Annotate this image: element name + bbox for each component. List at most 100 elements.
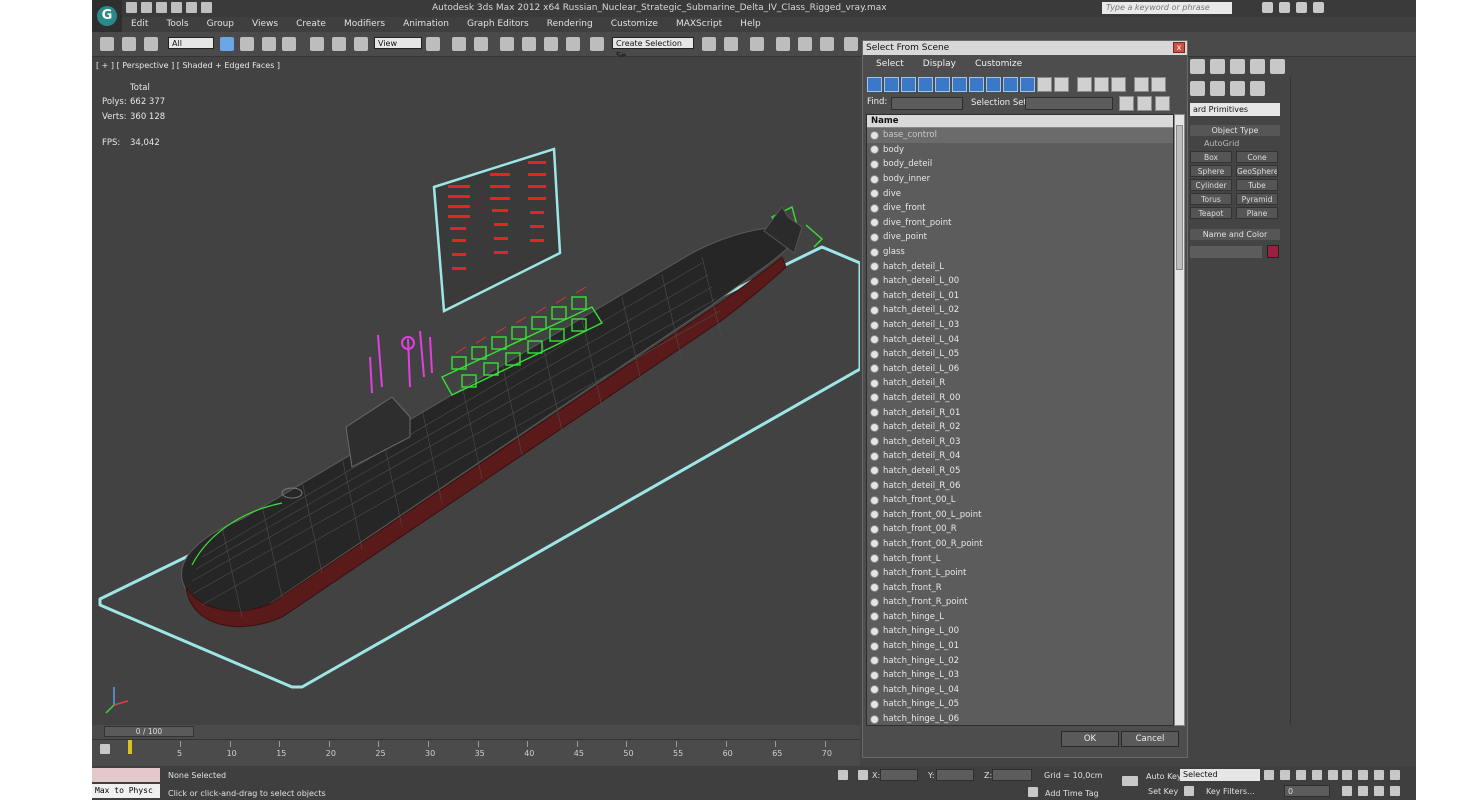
menu-group[interactable]: Group (198, 17, 243, 32)
maximize-viewport-icon[interactable] (1390, 786, 1400, 796)
key-filters-button[interactable]: Key Filters... (1206, 787, 1255, 796)
menu-tools[interactable]: Tools (157, 17, 197, 32)
list-item[interactable]: hatch_deteil_L_03 (867, 318, 1173, 333)
pivot-center-icon[interactable] (426, 37, 440, 51)
display-none-icon[interactable] (1094, 77, 1109, 92)
bind-space-warp-icon[interactable] (144, 37, 158, 51)
space-warps-icon[interactable] (1230, 81, 1245, 96)
list-item[interactable]: dive_front (867, 201, 1173, 216)
list-item[interactable]: hatch_deteil_R_03 (867, 434, 1173, 449)
list-item[interactable]: hatch_deteil_L_05 (867, 347, 1173, 362)
named-selection-dropdown[interactable]: Create Selection Se (612, 37, 694, 60)
list-item[interactable]: hatch_deteil_L_06 (867, 362, 1173, 377)
communication-icon[interactable] (1279, 2, 1290, 13)
tube-button[interactable]: Tube (1236, 179, 1278, 191)
align-icon[interactable] (724, 37, 738, 51)
redo-icon[interactable] (186, 2, 197, 13)
scale-icon[interactable] (354, 37, 368, 51)
sphere-button[interactable]: Sphere (1190, 165, 1232, 177)
menu-customize[interactable]: Customize (602, 17, 667, 32)
field-of-view-icon[interactable] (1342, 786, 1352, 796)
groups-filter-icon[interactable] (969, 77, 984, 92)
highlight-icon[interactable] (1151, 77, 1166, 92)
list-item[interactable]: hatch_deteil_L_02 (867, 303, 1173, 318)
frame-counter[interactable]: 0 / 100 (104, 726, 194, 737)
material-editor-icon[interactable] (844, 37, 858, 51)
current-frame-field[interactable]: 0 (1284, 785, 1330, 797)
pyramid-button[interactable]: Pyramid (1236, 193, 1278, 205)
menu-create[interactable]: Create (287, 17, 335, 32)
add-time-tag-button[interactable]: Add Time Tag (1045, 789, 1099, 798)
hidden-filter-icon[interactable] (1054, 77, 1069, 92)
object-color-swatch[interactable] (1267, 245, 1279, 258)
select-invert-icon[interactable] (1155, 96, 1170, 111)
frozen-filter-icon[interactable] (1037, 77, 1052, 92)
open-file-icon[interactable] (141, 2, 152, 13)
menu-edit[interactable]: Edit (122, 17, 157, 32)
display-all-icon[interactable] (1077, 77, 1092, 92)
geosphere-button[interactable]: GeoSphere (1236, 165, 1278, 177)
sync-selection-icon[interactable] (1134, 77, 1149, 92)
link-icon[interactable] (100, 37, 114, 51)
cancel-button[interactable]: Cancel (1121, 731, 1179, 747)
hammer-icon[interactable] (1270, 59, 1285, 74)
space-warps-filter-icon[interactable] (952, 77, 967, 92)
list-item[interactable]: hatch_deteil_R_06 (867, 478, 1173, 493)
geometry-filter-icon[interactable] (867, 77, 882, 92)
primitive-category-dropdown[interactable]: ard Primitives (1190, 103, 1280, 116)
absolute-mode-icon[interactable] (858, 770, 868, 780)
list-item[interactable]: dive_point (867, 230, 1173, 245)
list-item[interactable]: hatch_front_R (867, 580, 1173, 595)
helpers-filter-icon[interactable] (935, 77, 950, 92)
edit-named-selection-icon[interactable] (590, 37, 604, 51)
list-item[interactable]: hatch_deteil_R_05 (867, 464, 1173, 479)
list-item[interactable]: body_inner (867, 172, 1173, 187)
list-item[interactable]: hatch_deteil_R_04 (867, 449, 1173, 464)
percent-snap-icon[interactable] (544, 37, 558, 51)
cylinder-button[interactable]: Cylinder (1190, 179, 1232, 191)
menu-modifiers[interactable]: Modifiers (335, 17, 394, 32)
list-item[interactable]: hatch_front_00_L (867, 493, 1173, 508)
project-folder-icon[interactable] (201, 2, 212, 13)
play-icon[interactable] (1296, 770, 1306, 780)
cameras-icon[interactable] (1190, 81, 1205, 96)
zoom-extents-icon[interactable] (1374, 770, 1384, 780)
menu-maxscript[interactable]: MAXScript (667, 17, 731, 32)
plane-button[interactable]: Plane (1236, 207, 1278, 219)
list-item[interactable]: hatch_front_00_L_point (867, 507, 1173, 522)
select-all-icon[interactable] (1119, 96, 1134, 111)
list-item[interactable]: hatch_front_R_point (867, 595, 1173, 610)
angle-snap-icon[interactable] (522, 37, 536, 51)
window-crossing-icon[interactable] (282, 37, 296, 51)
set-key-icon[interactable] (1184, 786, 1194, 796)
search-icon[interactable] (1262, 2, 1273, 13)
x-coordinate-field[interactable] (880, 769, 918, 781)
invert-display-icon[interactable] (1111, 77, 1126, 92)
torus-button[interactable]: Torus (1190, 193, 1232, 205)
dialog-menu-display[interactable]: Display (910, 57, 962, 72)
list-item[interactable]: hatch_deteil_L_00 (867, 274, 1173, 289)
pan-icon[interactable] (1358, 786, 1368, 796)
bones-filter-icon[interactable] (1003, 77, 1018, 92)
list-item[interactable]: glass (867, 245, 1173, 260)
periscopes[interactable] (369, 330, 433, 394)
zoom-extents-all-icon[interactable] (1390, 770, 1400, 780)
list-item[interactable]: dive_front_point (867, 216, 1173, 231)
go-to-end-icon[interactable] (1328, 770, 1338, 780)
dialog-menu-select[interactable]: Select (863, 57, 910, 72)
lights-filter-icon[interactable] (901, 77, 916, 92)
move-icon[interactable] (310, 37, 324, 51)
hierarchy-tab-icon[interactable] (1190, 59, 1205, 74)
rotate-icon[interactable] (332, 37, 346, 51)
list-item[interactable]: hatch_front_L (867, 551, 1173, 566)
go-to-start-icon[interactable] (1264, 770, 1274, 780)
mirror-icon[interactable] (702, 37, 716, 51)
list-item[interactable]: base_control (867, 128, 1173, 143)
time-slider[interactable]: 0 / 100 (92, 725, 860, 739)
object-list[interactable]: Name base_control body body_deteil body_inn… (866, 114, 1174, 726)
unlink-icon[interactable] (122, 37, 136, 51)
track-bar[interactable]: 5 10 15 20 25 30 35 40 45 50 55 60 65 70 (92, 739, 860, 766)
help-icon[interactable] (1313, 2, 1324, 13)
key-mode-dropdown[interactable]: Selected (1180, 769, 1260, 781)
helpers-icon[interactable] (1210, 81, 1225, 96)
